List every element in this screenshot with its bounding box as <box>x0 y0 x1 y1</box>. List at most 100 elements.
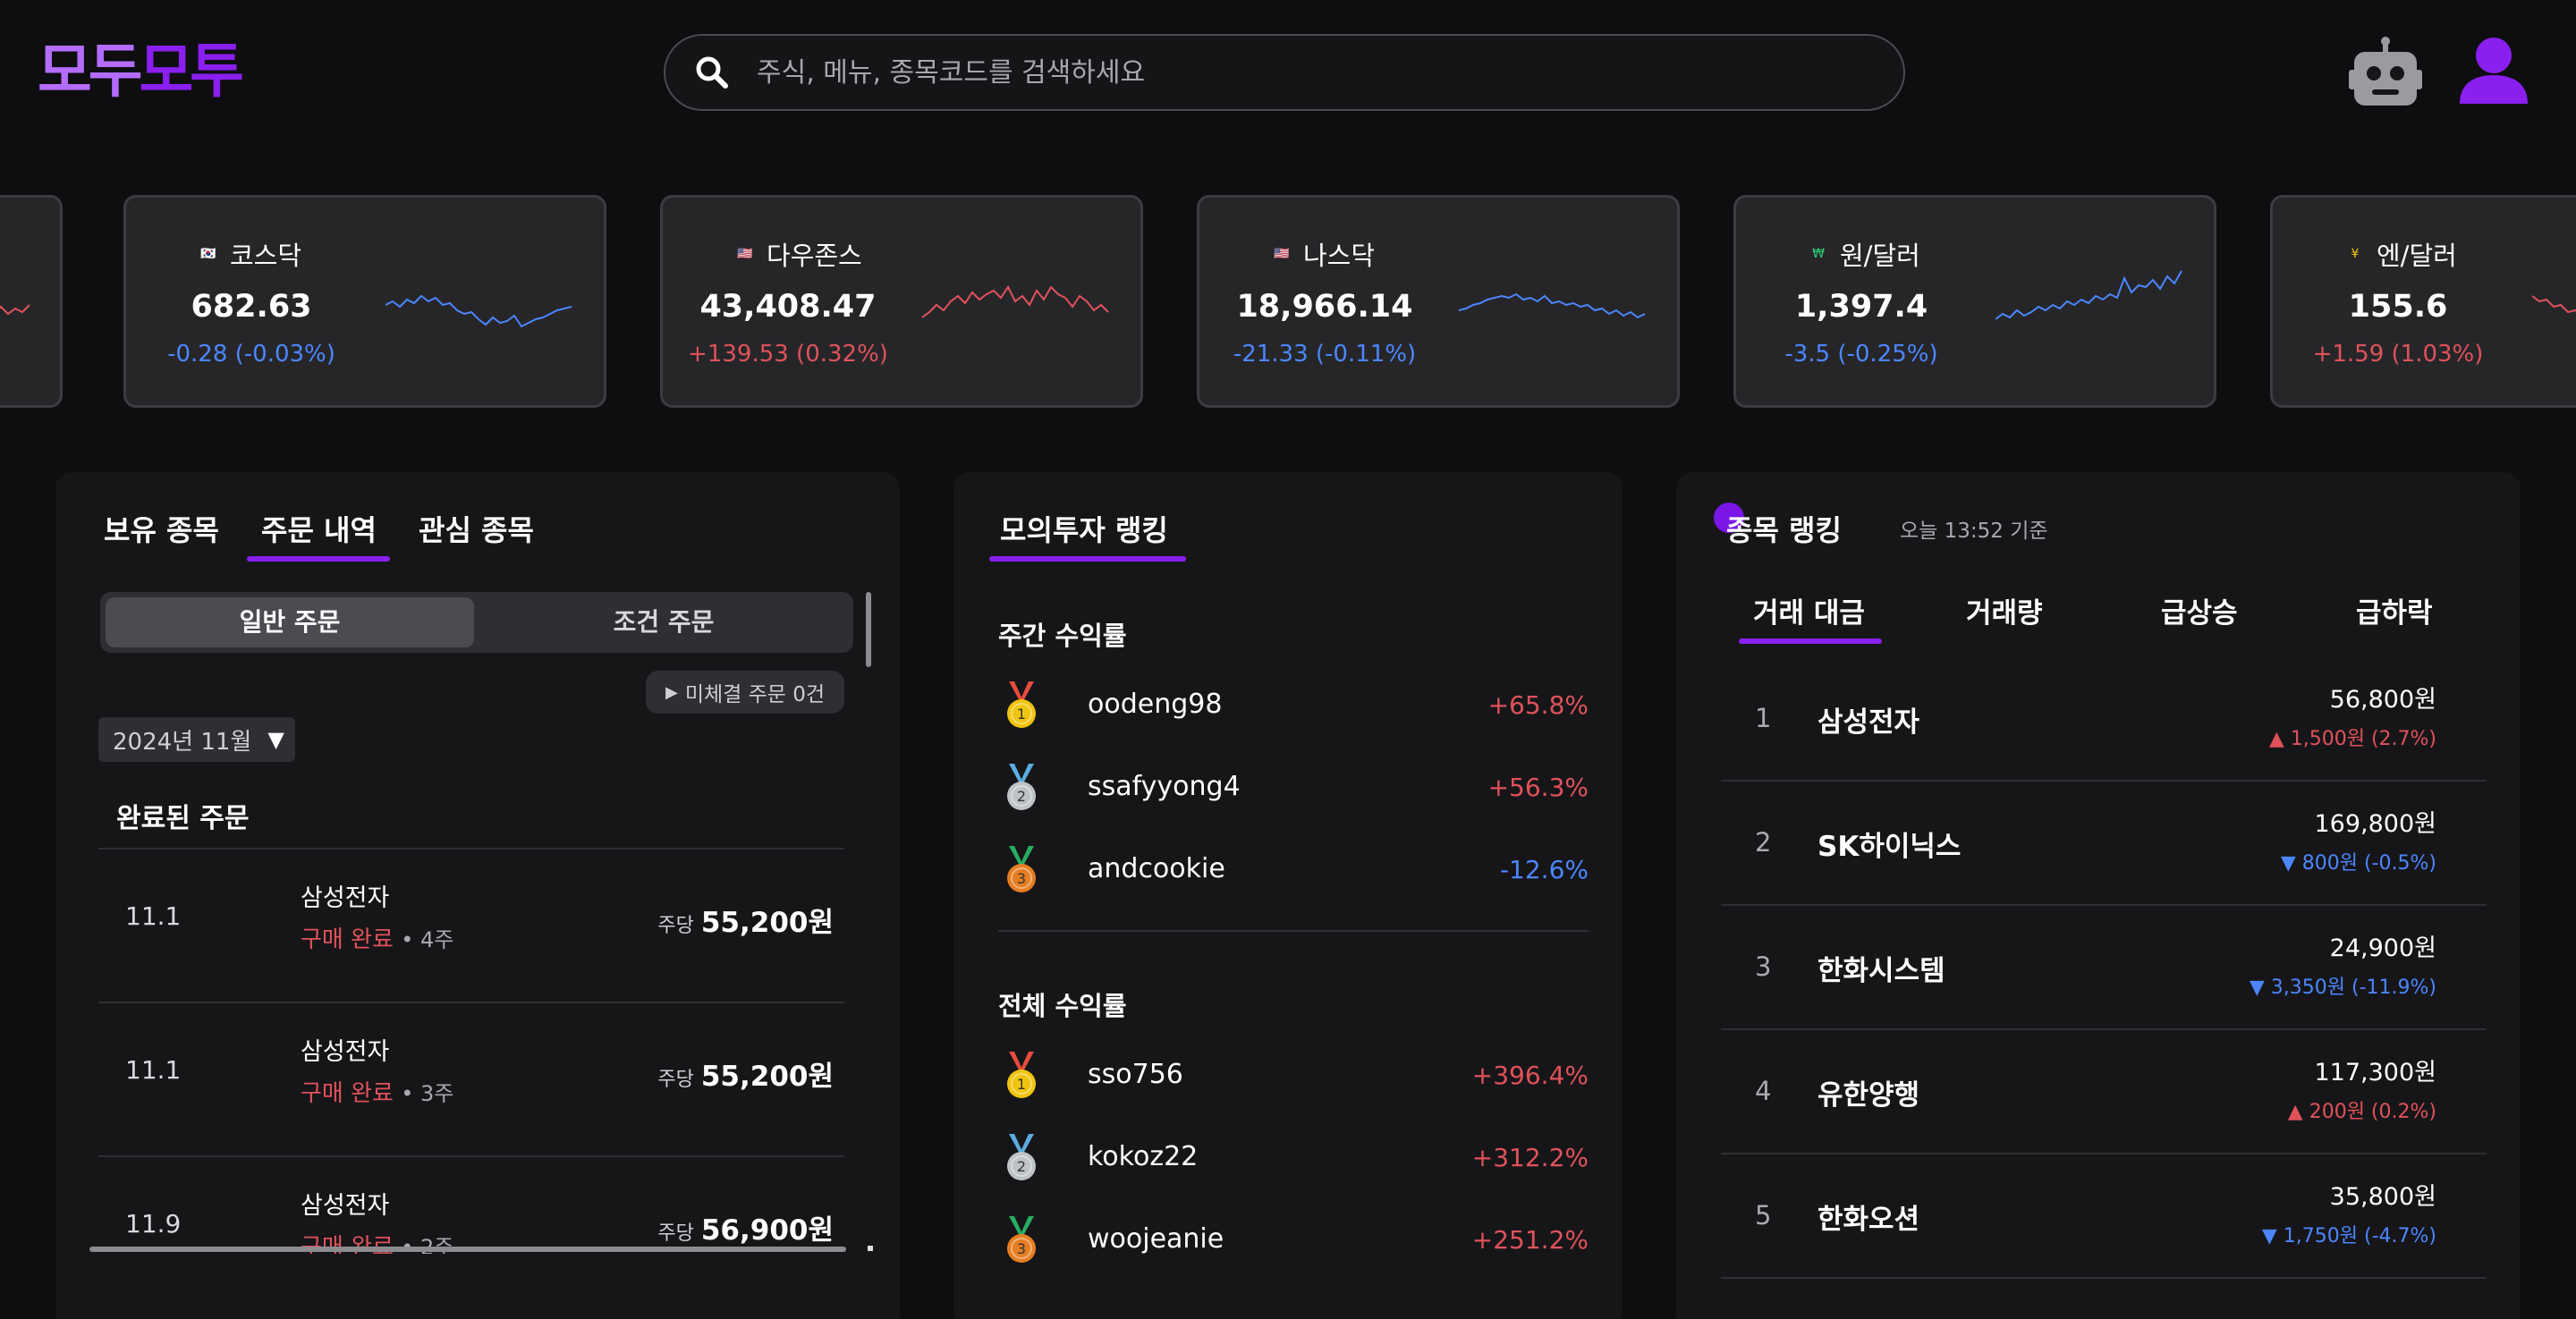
ranking-row[interactable]: 3 woojeanie +251.2% <box>998 1207 1589 1279</box>
search-input[interactable] <box>757 56 1830 89</box>
order-price-value: 56,900원 <box>700 1214 834 1247</box>
ticker-name-label: 다우존스 <box>767 241 862 271</box>
stock-rank: 2 <box>1755 827 1772 858</box>
flag-icon: 🇺🇸 <box>1274 247 1290 261</box>
flag-icon: 🇺🇸 <box>737 247 753 261</box>
stock-price: 56,800원 <box>2329 686 2436 714</box>
tab-watchlist[interactable]: 관심 종목 <box>419 508 534 549</box>
ranking-return: +56.3% <box>1487 773 1589 802</box>
tab-trade-value-underline <box>1739 638 1882 644</box>
segment-condition-order[interactable]: 조건 주문 <box>485 597 843 647</box>
tab-holdings[interactable]: 보유 종목 <box>104 508 219 549</box>
pending-orders-label: 미체결 주문 0건 <box>684 683 826 706</box>
medal-icon: 2 <box>1007 764 1036 810</box>
ticker-change: -0.28 (-0.03%) <box>167 341 335 368</box>
ranking-row[interactable]: 1 oodeng98 +65.8% <box>998 672 1589 744</box>
app-logo[interactable]: 모두모투 <box>38 36 244 107</box>
tab-volume[interactable]: 거래량 <box>1966 590 2043 630</box>
order-status-label: 구매 완료 <box>301 1080 394 1107</box>
month-select[interactable]: 2024년 11월 ▼ <box>98 717 295 762</box>
order-price: 주당 56,900원 <box>657 1207 834 1247</box>
user-icon[interactable] <box>2458 34 2529 106</box>
ranking-row[interactable]: 2 ssafyyong4 +56.3% <box>998 755 1589 826</box>
order-row[interactable]: 11.9 삼성전자 구매 완료 • 2주 주당 56,900원 <box>98 1157 844 1254</box>
stock-rank: 1 <box>1755 703 1772 733</box>
ticker-name-label: 나스닥 <box>1303 241 1376 271</box>
ranking-return: +251.2% <box>1471 1225 1589 1255</box>
sparkline-path <box>922 285 1109 318</box>
pending-orders-button[interactable]: ▶ 미체결 주문 0건 <box>646 671 844 714</box>
price-prefix: 주당 <box>657 1069 694 1091</box>
svg-text:2: 2 <box>1017 788 1026 805</box>
tab-trade-value[interactable]: 거래 대금 <box>1753 590 1865 630</box>
scroll-corner <box>868 1246 873 1251</box>
sparkline-path <box>1996 270 2182 320</box>
order-status: 구매 완료 • 4주 <box>301 921 453 954</box>
ticker-change: -21.33 (-0.11%) <box>1233 341 1417 368</box>
tab-surge[interactable]: 급상승 <box>2161 590 2238 630</box>
order-type-toggle: 일반 주문 조건 주문 <box>100 592 853 653</box>
stock-name: 유한양행 <box>1818 1079 1920 1112</box>
caret-down-icon: ▼ <box>267 727 284 752</box>
stock-price: 169,800원 <box>2314 810 2437 838</box>
order-row[interactable]: 11.1 삼성전자 구매 완료 • 3주 주당 55,200원 <box>98 1003 844 1155</box>
stock-name: 삼성전자 <box>1818 706 1920 739</box>
ticker-sparkline <box>922 285 1109 318</box>
ticker-name-label: 원/달러 <box>1840 241 1920 271</box>
stock-price: 35,800원 <box>2329 1183 2436 1211</box>
order-list-clip: 11.9 삼성전자 구매 완료 • 2주 주당 56,900원 <box>98 1155 844 1254</box>
tab-plunge[interactable]: 급하락 <box>2356 590 2433 630</box>
order-row[interactable]: 11.1 삼성전자 구매 완료 • 4주 주당 55,200원 <box>98 850 844 1002</box>
tab-orders[interactable]: 주문 내역 <box>261 508 377 549</box>
sparkline-path <box>386 294 572 328</box>
ranking-timestamp: 오늘 13:52 기준 <box>1900 520 2048 543</box>
ticker-card-partial-left[interactable] <box>0 195 63 408</box>
stock-change: ▲ 1,500원 (2.7%) <box>2268 728 2436 750</box>
ticker-card[interactable]: ¥ 엔/달러 155.6 +1.59 (1.03%) <box>2270 195 2576 408</box>
order-price-value: 55,200원 <box>700 907 834 939</box>
ranking-username: kokoz22 <box>1088 1141 1199 1172</box>
ticker-name: ¥ 엔/달러 <box>2343 235 2457 273</box>
order-qty: • 4주 <box>401 927 454 952</box>
ranking-row[interactable]: 1 sso756 +396.4% <box>998 1043 1589 1114</box>
ticker-name-label: 코스닥 <box>230 241 302 271</box>
vertical-scrollbar[interactable] <box>866 592 871 667</box>
ranking-username: andcookie <box>1088 853 1225 884</box>
stock-ranking-row[interactable]: 5 한화오션 35,800원 ▼ 1,750원 (-4.7%) <box>1721 1155 2487 1279</box>
stock-change: ▼ 800원 (-0.5%) <box>2280 852 2436 875</box>
ticker-sparkline <box>2532 295 2576 314</box>
stock-change: ▼ 3,350원 (-11.9%) <box>2249 977 2436 999</box>
stock-ranking-row[interactable]: 4 유한양행 117,300원 ▲ 200원 (0.2%) <box>1721 1031 2487 1154</box>
svg-text:1: 1 <box>1017 706 1026 723</box>
ticker-card[interactable]: 🇺🇸 다우존스 43,408.47 +139.53 (0.32%) <box>660 195 1143 408</box>
ticker-sparkline <box>0 304 30 316</box>
ranking-title[interactable]: 모의투자 랭킹 <box>1000 508 1168 549</box>
ranking-row[interactable]: 2 kokoz22 +312.2% <box>998 1125 1589 1196</box>
weekly-return-heading: 주간 수익률 <box>998 621 1127 651</box>
ticker-name-label: 엔/달러 <box>2377 241 2457 271</box>
ticker-name: ₩ 원/달러 <box>1806 235 1920 273</box>
stock-ranking-row[interactable]: 2 SK하이닉스 169,800원 ▼ 800원 (-0.5%) <box>1721 782 2487 906</box>
stock-price: 117,300원 <box>2314 1059 2437 1086</box>
search-icon[interactable] <box>694 55 730 90</box>
stock-ranking-row[interactable]: 1 삼성전자 56,800원 ▲ 1,500원 (2.7%) <box>1721 658 2487 782</box>
completed-orders-heading: 완료된 주문 <box>116 803 250 834</box>
svg-text:1: 1 <box>1017 1076 1026 1093</box>
horizontal-scrollbar[interactable] <box>89 1247 846 1252</box>
ticker-card[interactable]: 🇰🇷 코스닥 682.63 -0.28 (-0.03%) <box>123 195 606 408</box>
stock-ranking-row[interactable]: 3 한화시스템 24,900원 ▼ 3,350원 (-11.9%) <box>1721 907 2487 1030</box>
order-date: 11.9 <box>125 1209 182 1239</box>
stock-rank: 4 <box>1755 1076 1772 1106</box>
ticker-card[interactable]: ₩ 원/달러 1,397.4 -3.5 (-0.25%) <box>1733 195 2216 408</box>
ranking-row[interactable]: 3 andcookie -12.6% <box>998 837 1589 909</box>
ranking-return: +396.4% <box>1471 1061 1589 1090</box>
month-label: 2024년 11월 <box>113 728 252 756</box>
search-bar[interactable] <box>664 34 1905 111</box>
robot-icon[interactable] <box>2349 36 2422 109</box>
medal-icon: 3 <box>1007 846 1036 892</box>
ticker-value: 18,966.14 <box>1236 289 1413 325</box>
order-status: 구매 완료 • 3주 <box>301 1075 453 1108</box>
segment-normal-order[interactable]: 일반 주문 <box>106 597 474 647</box>
ticker-sparkline <box>1459 292 1646 319</box>
ticker-card[interactable]: 🇺🇸 나스닥 18,966.14 -21.33 (-0.11%) <box>1197 195 1680 408</box>
